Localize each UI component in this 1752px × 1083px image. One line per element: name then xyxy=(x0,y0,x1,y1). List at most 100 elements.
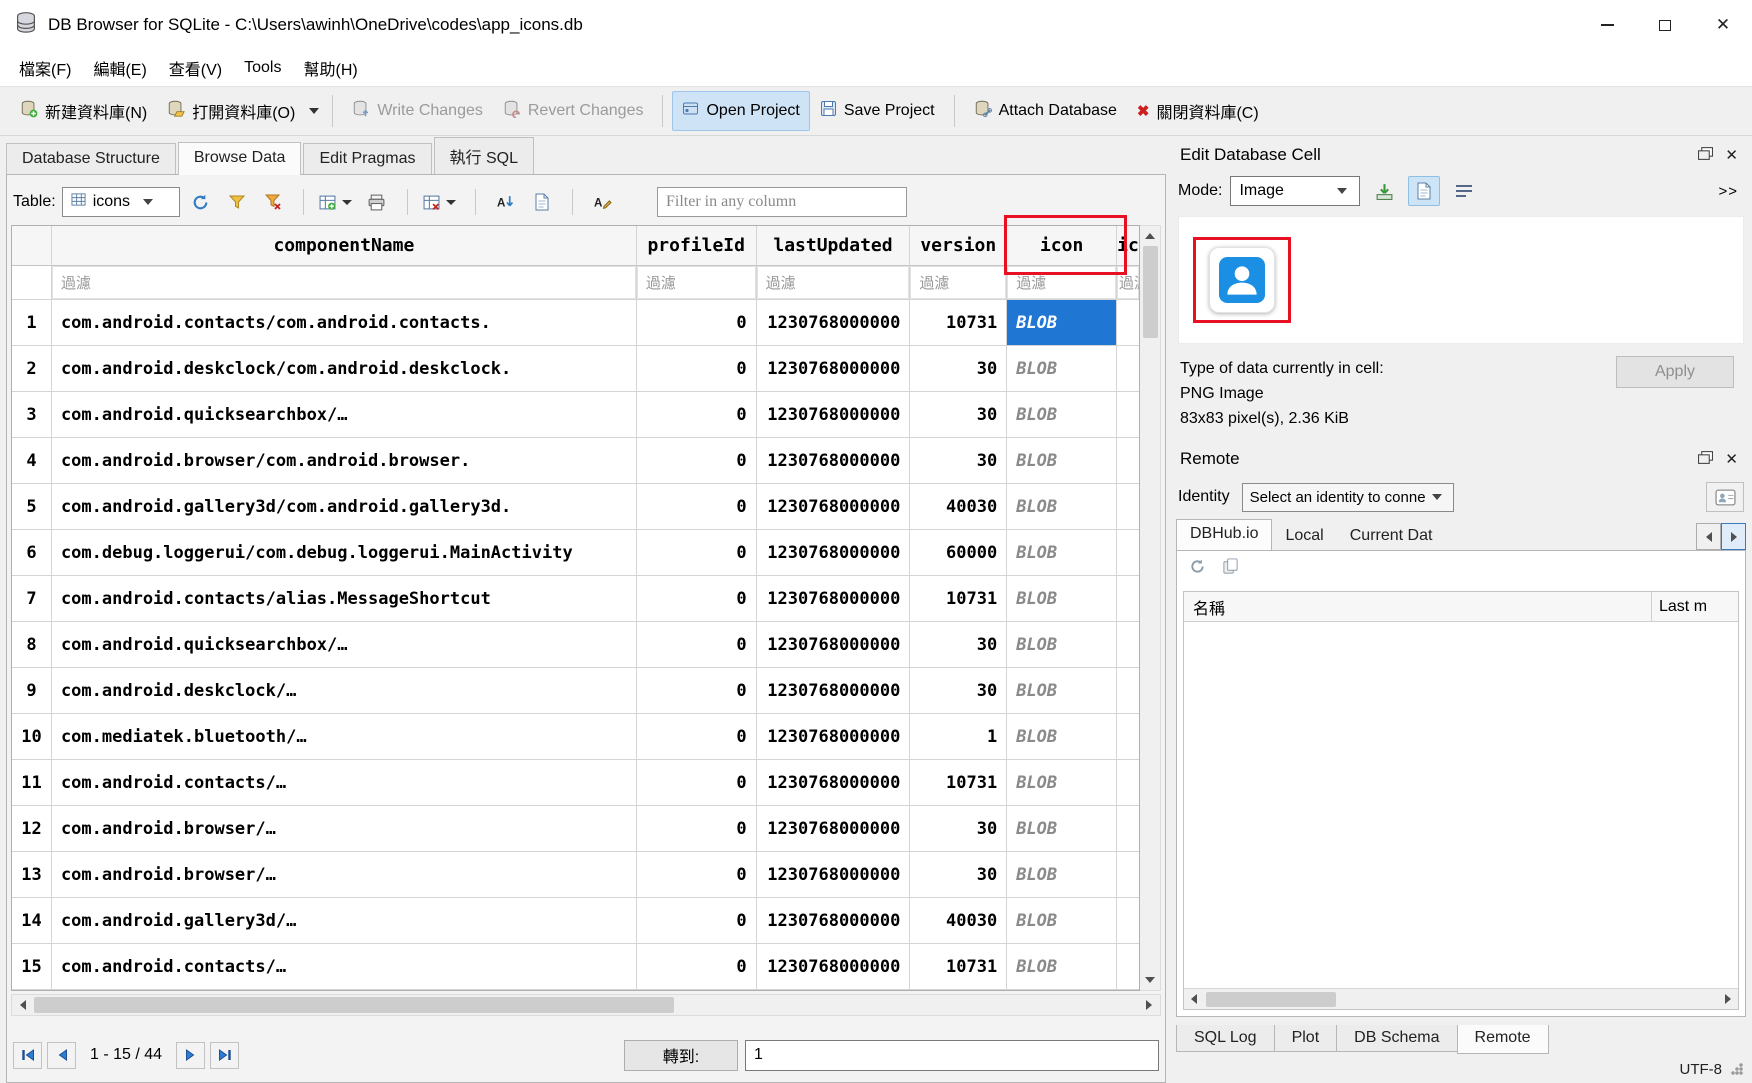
remote-clone-icon[interactable] xyxy=(1222,558,1239,580)
goto-button[interactable]: 轉到: xyxy=(624,1040,738,1071)
cell-profileId[interactable]: 0 xyxy=(637,530,757,576)
delete-record-button[interactable] xyxy=(423,187,460,217)
cell-version[interactable]: 10731 xyxy=(910,760,1007,806)
cell-lastUpdated[interactable]: 1230768000000 xyxy=(757,622,911,668)
tab-scroll-left-button[interactable] xyxy=(1696,523,1721,550)
cell-icon[interactable]: BLOB xyxy=(1007,760,1117,806)
mode-selector[interactable]: Image xyxy=(1230,176,1360,206)
minimize-button[interactable] xyxy=(1578,0,1636,50)
cell-profileId[interactable]: 0 xyxy=(637,806,757,852)
cell-componentName[interactable]: com.debug.loggerui/com.debug.loggerui.Ma… xyxy=(52,530,637,576)
attach-database-button[interactable]: Attach Database xyxy=(964,91,1127,132)
apply-button[interactable]: Apply xyxy=(1616,356,1734,388)
cell-icon[interactable]: BLOB xyxy=(1007,944,1117,990)
cell-partial[interactable] xyxy=(1117,806,1139,852)
cell-version[interactable]: 10731 xyxy=(910,576,1007,622)
cell-version[interactable]: 10731 xyxy=(910,944,1007,990)
cell-partial[interactable] xyxy=(1117,346,1139,392)
row-number[interactable]: 12 xyxy=(12,806,52,852)
cell-icon[interactable]: BLOB xyxy=(1007,300,1117,346)
float-dock-icon[interactable] xyxy=(1698,449,1713,469)
cell-profileId[interactable]: 0 xyxy=(637,300,757,346)
edit-cell-button[interactable]: A xyxy=(588,187,618,217)
cell-componentName[interactable]: com.android.deskclock/… xyxy=(52,668,637,714)
cell-partial[interactable] xyxy=(1117,300,1139,346)
cell-version[interactable]: 30 xyxy=(910,346,1007,392)
tab-db-schema[interactable]: DB Schema xyxy=(1336,1025,1456,1052)
cell-icon[interactable]: BLOB xyxy=(1007,530,1117,576)
cell-icon[interactable]: BLOB xyxy=(1007,852,1117,898)
cell-partial[interactable] xyxy=(1117,852,1139,898)
cell-lastUpdated[interactable]: 1230768000000 xyxy=(757,944,911,990)
row-number[interactable]: 11 xyxy=(12,760,52,806)
column-header-icon[interactable]: icon xyxy=(1007,226,1117,266)
cell-componentName[interactable]: com.android.quicksearchbox/… xyxy=(52,392,637,438)
goto-input[interactable] xyxy=(745,1040,1159,1071)
word-wrap-button[interactable] xyxy=(1448,176,1480,206)
cell-lastUpdated[interactable]: 1230768000000 xyxy=(757,898,911,944)
row-number[interactable]: 4 xyxy=(12,438,52,484)
cell-icon[interactable]: BLOB xyxy=(1007,806,1117,852)
float-dock-icon[interactable] xyxy=(1698,145,1713,165)
cell-version[interactable]: 10731 xyxy=(910,300,1007,346)
horizontal-scrollbar[interactable] xyxy=(11,994,1161,1016)
close-dock-icon[interactable]: ✕ xyxy=(1725,146,1738,164)
tab-local[interactable]: Local xyxy=(1272,522,1336,550)
row-number[interactable]: 15 xyxy=(12,944,52,990)
toolbar-overflow-icon[interactable]: >> xyxy=(1718,183,1744,200)
resize-grip[interactable] xyxy=(1730,1062,1744,1076)
filter-componentName[interactable]: 過濾 xyxy=(52,266,637,300)
tab-dbhub[interactable]: DBHub.io xyxy=(1176,519,1272,550)
cell-profileId[interactable]: 0 xyxy=(637,668,757,714)
previous-record-button[interactable] xyxy=(47,1042,76,1069)
tab-scroll-right-button[interactable] xyxy=(1721,523,1746,550)
row-number[interactable]: 5 xyxy=(12,484,52,530)
revert-changes-button[interactable]: Revert Changes xyxy=(493,91,654,132)
scroll-right-button[interactable] xyxy=(1138,995,1160,1015)
remote-column-last-modified[interactable]: Last m xyxy=(1652,592,1738,621)
save-project-button[interactable]: Save Project xyxy=(810,91,945,131)
close-button[interactable]: ✕ xyxy=(1694,0,1752,50)
column-header-partial[interactable]: ic xyxy=(1117,226,1139,266)
cell-profileId[interactable]: 0 xyxy=(637,760,757,806)
column-header-lastUpdated[interactable]: lastUpdated xyxy=(757,226,911,266)
column-header-componentName[interactable]: componentName xyxy=(52,226,637,266)
cell-partial[interactable] xyxy=(1117,760,1139,806)
filter-lastUpdated[interactable]: 過濾 xyxy=(757,266,911,300)
cell-lastUpdated[interactable]: 1230768000000 xyxy=(757,852,911,898)
cell-partial[interactable] xyxy=(1117,944,1139,990)
remote-scroll-left-button[interactable] xyxy=(1184,989,1204,1009)
row-number[interactable]: 1 xyxy=(12,300,52,346)
cell-partial[interactable] xyxy=(1117,714,1139,760)
scroll-left-button[interactable] xyxy=(12,995,34,1015)
global-filter-input[interactable] xyxy=(657,187,907,217)
cell-profileId[interactable]: 0 xyxy=(637,714,757,760)
cell-partial[interactable] xyxy=(1117,392,1139,438)
cell-icon[interactable]: BLOB xyxy=(1007,668,1117,714)
cell-version[interactable]: 40030 xyxy=(910,898,1007,944)
filter-button[interactable] xyxy=(222,187,252,217)
cell-componentName[interactable]: com.android.contacts/… xyxy=(52,944,637,990)
cell-componentName[interactable]: com.android.contacts/… xyxy=(52,760,637,806)
close-dock-icon[interactable]: ✕ xyxy=(1725,450,1738,468)
open-database-button[interactable]: 打開資料庫(O) xyxy=(157,90,305,132)
cell-partial[interactable] xyxy=(1117,622,1139,668)
remote-scrollbar-thumb[interactable] xyxy=(1206,992,1336,1007)
remote-column-name[interactable]: 名稱 xyxy=(1184,592,1652,621)
tab-sql-log[interactable]: SQL Log xyxy=(1176,1025,1274,1052)
clear-filters-button[interactable] xyxy=(258,187,288,217)
cell-version[interactable]: 30 xyxy=(910,392,1007,438)
maximize-button[interactable] xyxy=(1636,0,1694,50)
cell-icon[interactable]: BLOB xyxy=(1007,392,1117,438)
column-header-profileId[interactable]: profileId xyxy=(637,226,757,266)
tab-remote[interactable]: Remote xyxy=(1457,1025,1549,1054)
tab-browse-data[interactable]: Browse Data xyxy=(178,142,302,175)
last-record-button[interactable] xyxy=(210,1042,239,1069)
cell-componentName[interactable]: com.mediatek.bluetooth/… xyxy=(52,714,637,760)
scroll-up-button[interactable] xyxy=(1140,226,1160,246)
cell-profileId[interactable]: 0 xyxy=(637,898,757,944)
cell-componentName[interactable]: com.android.quicksearchbox/… xyxy=(52,622,637,668)
cell-icon[interactable]: BLOB xyxy=(1007,714,1117,760)
cell-profileId[interactable]: 0 xyxy=(637,622,757,668)
vertical-scrollbar[interactable] xyxy=(1140,225,1161,991)
